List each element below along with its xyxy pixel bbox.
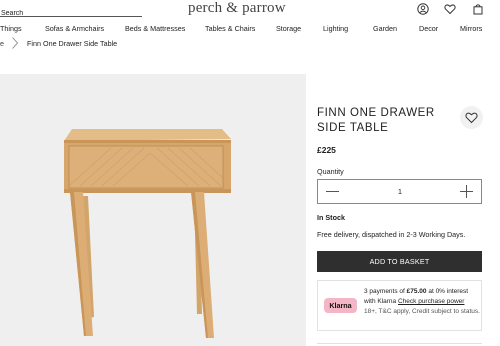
chevron-right-icon — [12, 37, 19, 49]
nav-item-things[interactable]: Things — [0, 24, 22, 33]
product-price: £225 — [317, 145, 336, 155]
basket-icon[interactable] — [472, 3, 484, 15]
quantity-increase-button[interactable] — [458, 184, 474, 200]
side-table-image — [64, 129, 231, 338]
breadcrumb-current: Finn One Drawer Side Table — [27, 39, 118, 48]
delivery-info: Free delivery, dispatched in 2-3 Working… — [317, 230, 466, 239]
add-to-wishlist-button[interactable] — [460, 106, 483, 129]
quantity-label: Quantity — [317, 167, 344, 176]
account-icon[interactable] — [417, 3, 429, 15]
klarna-panel: Klarna 3 payments of £75.00 at 0% intere… — [317, 280, 482, 331]
klarna-message: 3 payments of £75.00 at 0% interest with… — [364, 287, 480, 317]
wishlist-icon[interactable] — [444, 3, 456, 15]
nav-item-tables-chairs[interactable]: Tables & Chairs — [205, 24, 255, 33]
minus-icon — [326, 191, 339, 192]
nav-item-garden[interactable]: Garden — [373, 24, 397, 33]
quantity-stepper[interactable]: 1 — [317, 179, 482, 204]
nav-item-mirrors[interactable]: Mirrors — [460, 24, 482, 33]
quantity-decrease-button[interactable] — [322, 184, 344, 200]
klarna-line-pre: 3 payments of — [364, 288, 407, 295]
quantity-value[interactable]: 1 — [390, 187, 410, 196]
product-title: FINN ONE DRAWER SIDE TABLE — [317, 107, 435, 134]
nav-item-lighting[interactable]: Lighting — [323, 24, 348, 33]
heart-icon — [465, 112, 478, 124]
site-logo[interactable]: perch & parrow — [188, 0, 286, 17]
stock-status: In Stock — [317, 213, 345, 222]
klarna-logo: Klarna — [324, 298, 357, 313]
klarna-check-purchase-power-link[interactable]: Check purchase power — [398, 298, 464, 305]
breadcrumb: e Finn One Drawer Side Table — [0, 37, 500, 49]
product-image[interactable] — [0, 74, 306, 346]
breadcrumb-home[interactable]: e — [0, 39, 4, 48]
search-field[interactable] — [0, 2, 142, 21]
klarna-terms: 18+, T&C apply, Credit subject to status… — [364, 308, 480, 315]
nav-item-sofas-armchairs[interactable]: Sofas & Armchairs — [45, 24, 104, 33]
nav-item-decor[interactable]: Decor — [419, 24, 438, 33]
divider — [317, 343, 482, 344]
site-header: perch & parrow — [0, 0, 500, 21]
add-to-basket-button[interactable]: ADD TO BASKET — [317, 251, 482, 272]
search-input[interactable] — [0, 6, 142, 21]
nav-item-storage[interactable]: Storage — [276, 24, 301, 33]
klarna-amount: £75.00 — [406, 288, 427, 295]
main-nav: Things Sofas & Armchairs Beds & Mattress… — [0, 22, 500, 36]
nav-item-beds-mattresses[interactable]: Beds & Mattresses — [125, 24, 185, 33]
